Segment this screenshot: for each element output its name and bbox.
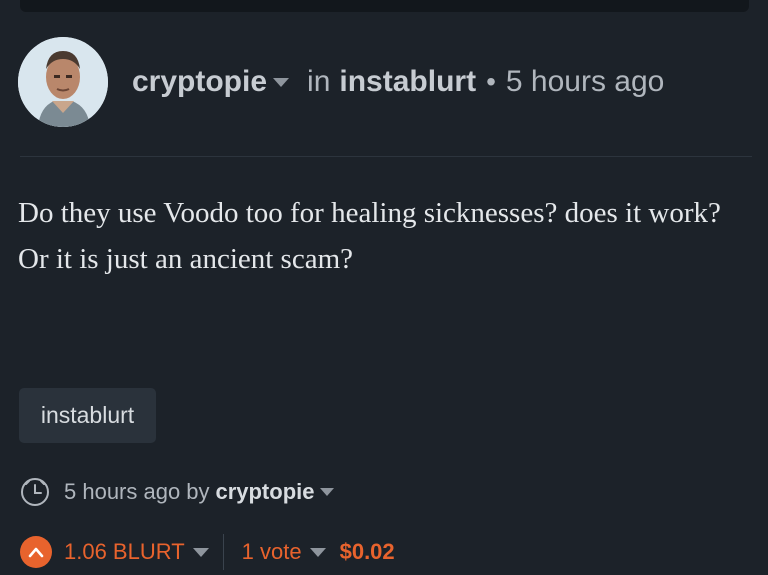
post-header: cryptopie in instablurt • 5 hours ago [18,36,664,128]
separator-dot: • [486,66,496,97]
vote-value: $0.02 [339,539,395,564]
footer-by-label: by [186,479,210,504]
footer-author-link[interactable]: cryptopie [215,479,314,505]
author-link[interactable]: cryptopie [132,65,267,99]
avatar-image [18,37,108,127]
chevron-down-icon[interactable] [320,488,335,496]
chevron-down-icon[interactable] [273,77,290,87]
payout-amount[interactable]: 1.06 BLURT [64,539,185,565]
clock-icon [21,478,49,506]
post-footer-time: 5 hours ago by cryptopie [20,476,335,508]
upvote-button[interactable] [20,536,52,568]
post-time[interactable]: 5 hours ago [506,65,664,99]
community-link[interactable]: instablurt [339,65,476,99]
vote-separator [222,534,224,570]
tag-chip[interactable]: instablurt [19,388,156,443]
post-body: Do they use Voodo too for healing sickne… [18,197,721,275]
vote-count[interactable]: 1 vote [242,539,302,565]
post-meta: cryptopie in instablurt • 5 hours ago [132,65,664,99]
previous-card-edge [20,0,749,12]
footer-time-ago[interactable]: 5 hours ago [64,479,180,505]
in-label: in [307,65,331,98]
vote-row: 1.06 BLURT 1 vote $0.02 [20,534,395,570]
payout-chevron-down-icon[interactable] [192,547,209,557]
votes-chevron-down-icon[interactable] [309,547,326,557]
upvote-icon [28,547,44,558]
header-divider [20,156,752,157]
author-avatar[interactable] [18,37,108,127]
